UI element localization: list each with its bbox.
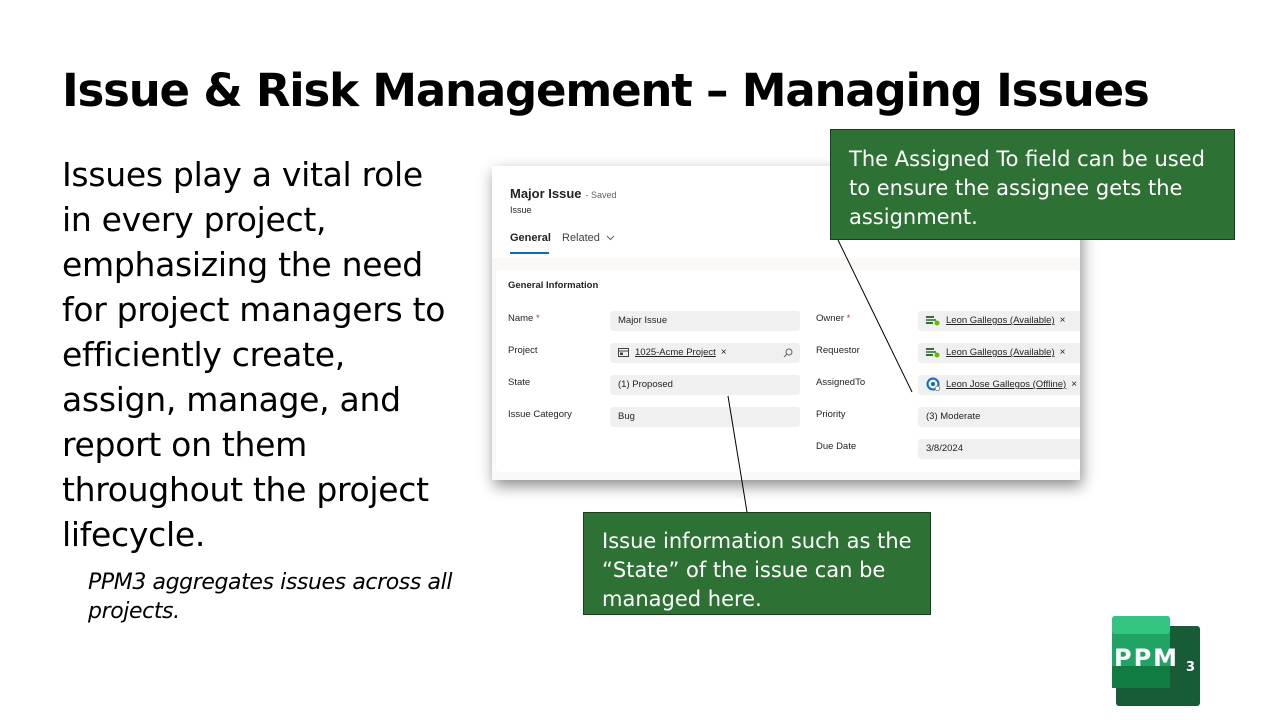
state-connector-line [727,395,748,513]
logo-subscript: 3 [1186,660,1196,675]
logo-text: PPM [1114,644,1180,672]
issue-info-callout: Issue information such as the “State” of… [583,512,931,615]
assigned-to-callout: The Assigned To field can be used to ens… [830,129,1235,240]
assigned-to-connector-line [837,239,913,393]
ppm3-logo: PPM 3 [1112,616,1202,706]
